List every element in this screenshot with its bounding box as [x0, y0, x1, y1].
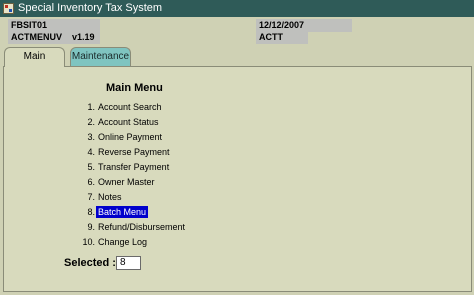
page-title: Main Menu	[106, 82, 163, 94]
menu-item-number: 3.	[87, 132, 95, 142]
menu-item-label: Refund/Disbursement	[98, 222, 186, 232]
menu-item-refund-disbursement[interactable]: 9. Refund/Disbursement	[80, 221, 187, 233]
menu-item-number: 7.	[87, 192, 95, 202]
menu-item-number: 1.	[87, 102, 95, 112]
menu-item-label: Reverse Payment	[98, 147, 170, 157]
selected-input[interactable]: 8	[116, 256, 141, 270]
menu-item-number: 9.	[87, 222, 95, 232]
menu-item-number: 6.	[87, 177, 95, 187]
menu-item-notes[interactable]: 7. Notes	[80, 191, 124, 203]
version-label: v1.19	[72, 32, 95, 42]
menu-item-number: 4.	[87, 147, 95, 157]
menu-item-batch-menu[interactable]: 8. Batch Menu	[80, 206, 149, 218]
menu-item-label: Account Status	[98, 117, 159, 127]
menu-item-transfer-payment[interactable]: 5. Transfer Payment	[80, 161, 171, 173]
menu-item-account-status[interactable]: 2. Account Status	[80, 116, 161, 128]
user-field: ACTT	[256, 31, 308, 44]
header-info: FBSIT01 ACTMENUV v1.19 12/12/2007 ACTT	[0, 17, 474, 44]
menu-item-owner-master[interactable]: 6. Owner Master	[80, 176, 157, 188]
menu-item-label: Batch Menu	[96, 206, 149, 218]
window-title: Special Inventory Tax System	[18, 2, 163, 14]
menu-item-number: 5.	[87, 162, 95, 172]
menu-item-label: Notes	[98, 192, 122, 202]
menu-item-number: 10.	[82, 237, 95, 247]
menu-item-label: Account Search	[98, 102, 162, 112]
menu-item-label: Online Payment	[98, 132, 163, 142]
menu-item-label: Owner Master	[98, 177, 155, 187]
menu-item-label: Change Log	[98, 237, 148, 247]
menu-item-account-search[interactable]: 1. Account Search	[80, 101, 164, 113]
menu-item-number: 2.	[87, 117, 95, 127]
app-icon	[3, 3, 14, 14]
window-titlebar: Special Inventory Tax System	[0, 0, 474, 17]
menu-item-reverse-payment[interactable]: 4. Reverse Payment	[80, 146, 172, 158]
tab-main[interactable]: Main	[4, 47, 65, 67]
menu-item-number: 8.	[87, 207, 95, 217]
tab-maintenance[interactable]: Maintenance	[70, 47, 131, 66]
menu-item-label: Transfer Payment	[98, 162, 170, 172]
selected-label: Selected :	[64, 257, 116, 269]
menu-item-change-log[interactable]: 10. Change Log	[80, 236, 149, 248]
menu-item-online-payment[interactable]: 3. Online Payment	[80, 131, 164, 143]
